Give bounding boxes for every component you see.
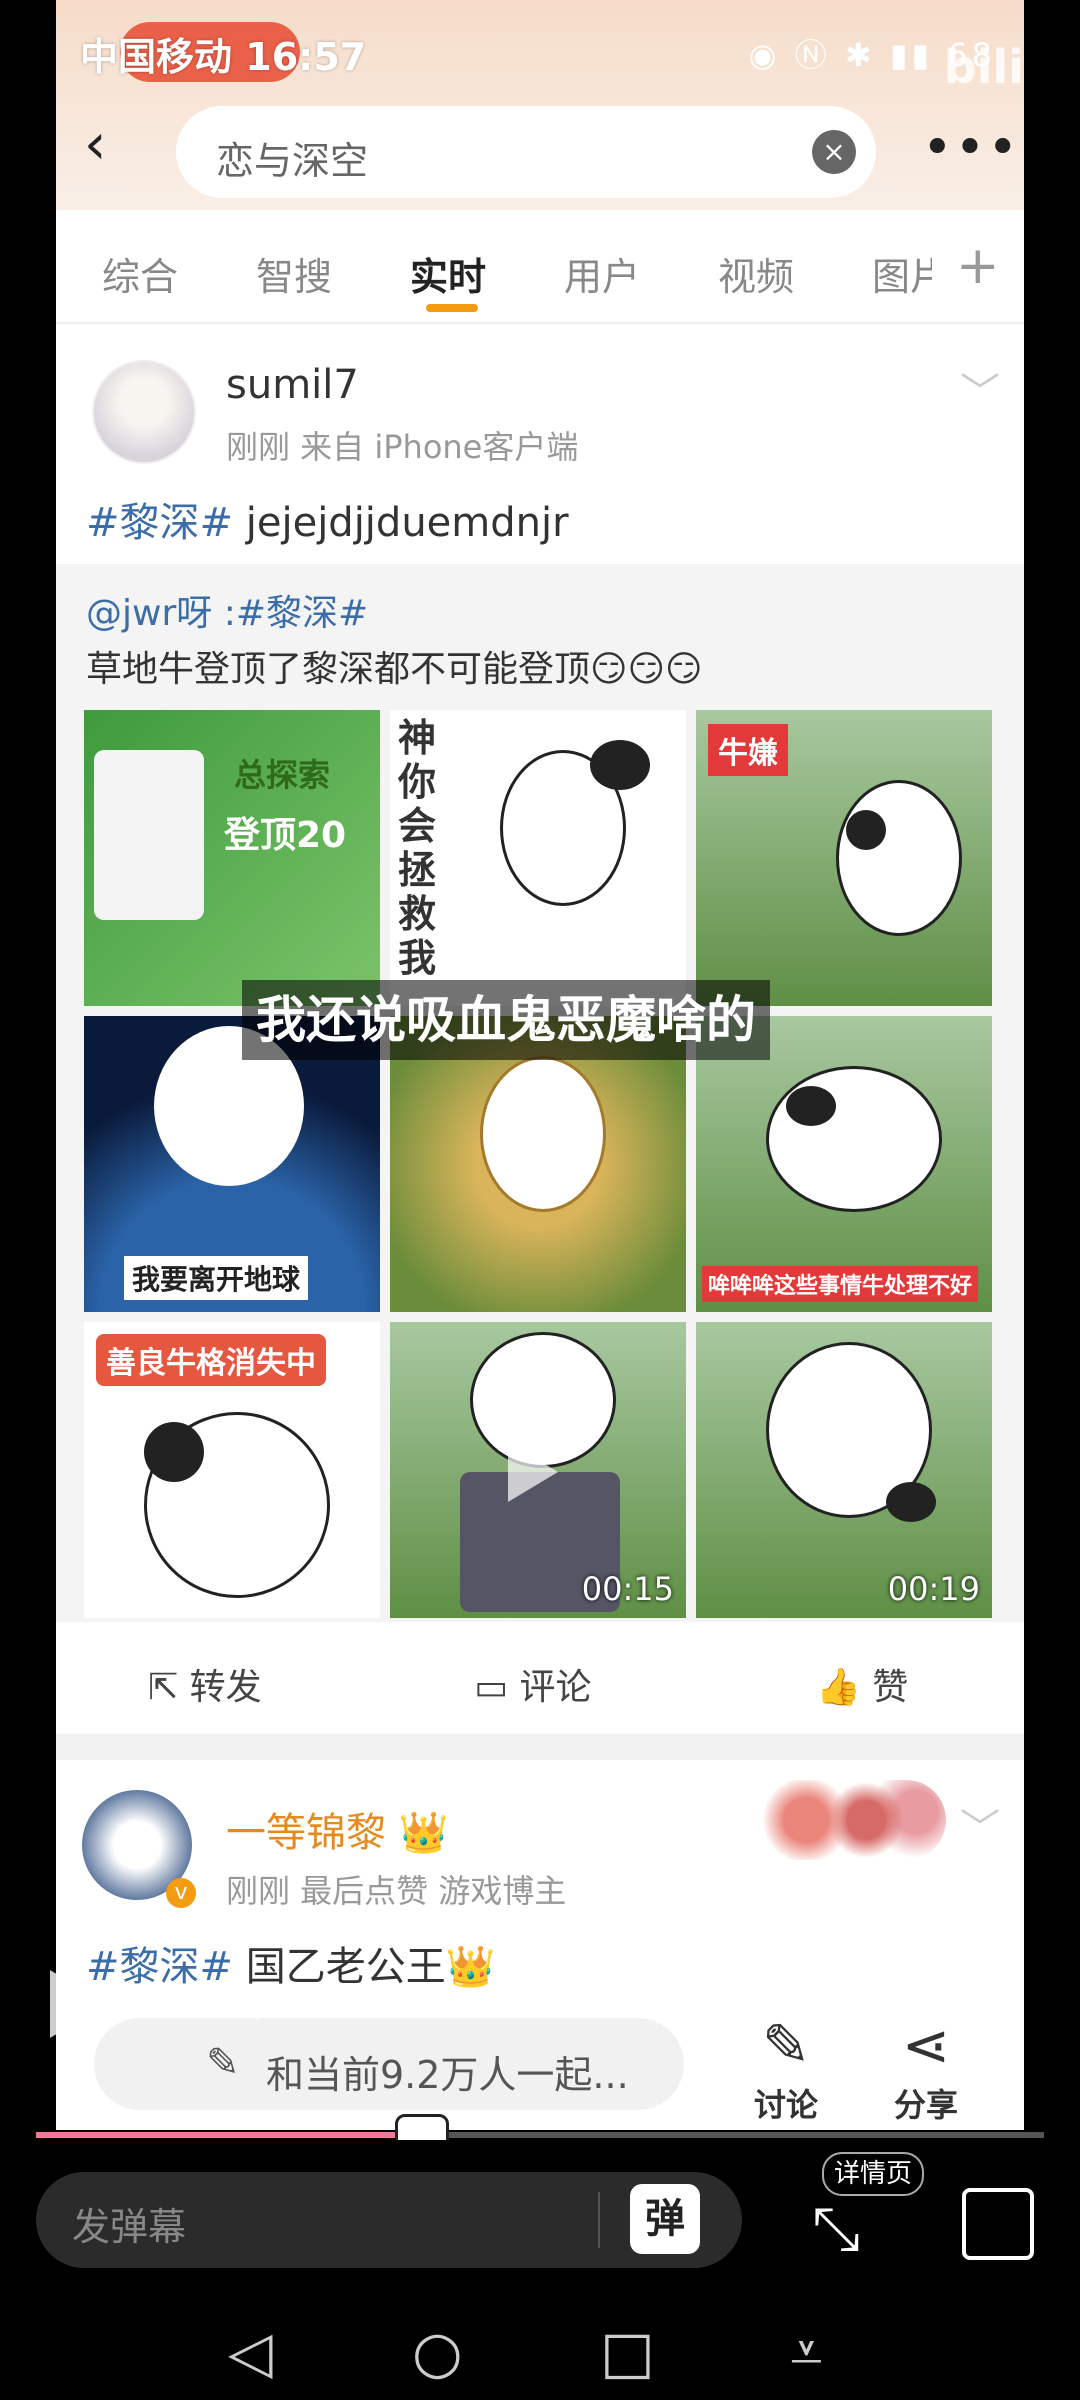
repost-author[interactable]: @jwr呀 :#黎深# — [86, 593, 368, 634]
grid-image-1[interactable]: 总探索 登顶20 — [84, 710, 380, 1006]
grid-image-7[interactable]: 善良牛格消失中 — [84, 1322, 380, 1618]
clear-icon[interactable]: × — [812, 130, 856, 174]
chevron-down-icon[interactable]: ﹀ — [960, 360, 1000, 418]
verified-badge-icon: v — [166, 1878, 196, 1908]
discuss-button[interactable]: ✎ 讨论 — [746, 2010, 826, 2126]
video-frame[interactable]: 中国移动 16:57 ◉ Ⓝ ✱ ▮▮ 68 bili ‹ 恋与深空 × •••… — [56, 0, 1024, 2130]
danmu-placeholder[interactable]: 发弹幕 — [72, 2196, 186, 2251]
more-icon[interactable]: ••• — [922, 118, 1020, 178]
grid-video-2[interactable]: 00:19 — [696, 1322, 992, 1618]
post-text: #黎深# jejejdjjduemdnjr — [86, 500, 569, 546]
video-duration: 00:19 — [887, 1570, 980, 1608]
avatar[interactable] — [92, 360, 196, 464]
status-bar: 中国移动 16:57 ◉ Ⓝ ✱ ▮▮ 68 — [66, 16, 1014, 82]
detail-page-tag[interactable]: 详情页 — [822, 2152, 925, 2196]
carrier-label: 中国移动 16:57 — [80, 35, 367, 79]
video-subtitle: 我还说吸血鬼恶魔啥的 — [242, 980, 770, 1060]
comment-button[interactable]: ▭ 评论 — [474, 1658, 591, 1710]
repost-text: 草地牛登顶了黎深都不可能登顶😏😏😏 — [86, 649, 703, 690]
grid-image-6[interactable]: 哞哞哞这些事情牛处理不好 — [696, 1016, 992, 1312]
bilibili-watermark: bili — [943, 40, 1024, 94]
video-duration: 00:15 — [581, 1570, 674, 1608]
chevron-down-icon[interactable]: ﹀ — [960, 1796, 1000, 1854]
divider — [56, 1734, 1024, 1760]
post-actions: ⇱ 转发 ▭ 评论 👍 赞 — [56, 1624, 1024, 1734]
edit-icon: ✎ — [761, 2011, 811, 2079]
reposted-content[interactable]: @jwr呀 :#黎深# 草地牛登顶了黎深都不可能登顶😏😏😏 总探索 登顶20 神… — [56, 564, 1024, 1622]
post-meta: 刚刚 来自 iPhone客户端 — [226, 428, 579, 466]
progress-fill — [36, 2132, 420, 2138]
add-tab-icon[interactable]: + — [956, 236, 1000, 296]
pencil-icon: ✎ — [206, 2040, 240, 2086]
grid-image-5[interactable] — [390, 1016, 686, 1312]
grid-image-3[interactable]: 牛嫌 — [696, 710, 992, 1006]
search-query[interactable]: 恋与深空 — [216, 130, 368, 185]
flower-decoration — [746, 1780, 946, 1860]
hashtag-link[interactable]: #黎深# — [86, 500, 233, 546]
tab-smart-search[interactable]: 智搜 — [256, 246, 332, 301]
grid-video-1[interactable]: 00:15 — [390, 1322, 686, 1618]
exit-fullscreen-icon[interactable]: ⤡ — [812, 2194, 860, 2264]
post-username[interactable]: 一等锦黎 👑 — [226, 1800, 449, 1858]
discuss-placeholder[interactable]: 和当前9.2万人一起... — [266, 2044, 629, 2099]
danmu-toggle-button[interactable]: 弹 — [630, 2184, 700, 2254]
grid-image-2[interactable]: 神你会拯救我 — [390, 710, 686, 1006]
search-box[interactable]: 恋与深空 × — [176, 106, 876, 198]
system-nav-bar: ◁ ○ □ ⩡ — [0, 2300, 1080, 2400]
tab-videos[interactable]: 视频 — [718, 246, 794, 301]
like-button[interactable]: 👍 赞 — [816, 1658, 908, 1710]
share-button[interactable]: ⋖ 分享 — [886, 2010, 966, 2126]
back-arrow-icon[interactable]: ‹ — [84, 117, 134, 173]
nav-recents-icon[interactable]: □ — [600, 2318, 655, 2386]
grid-image-4[interactable]: 我要离开地球 — [84, 1016, 380, 1312]
post-username[interactable]: sumil7 — [226, 362, 359, 408]
post-meta: 刚刚 最后点赞 游戏博主 — [226, 1872, 567, 1910]
player-play-icon[interactable] — [50, 1970, 106, 2038]
tab-users[interactable]: 用户 — [564, 246, 640, 301]
tab-images[interactable]: 图片 — [872, 246, 932, 301]
search-tabs: 综合 智搜 实时 用户 视频 图片 + — [56, 210, 1024, 324]
play-icon — [814, 1442, 864, 1502]
playback-time: 00:44 / 01:54 — [160, 1990, 363, 2025]
rotate-screen-icon[interactable] — [962, 2188, 1034, 2260]
nav-back-icon[interactable]: ◁ — [228, 2318, 273, 2386]
divider — [598, 2192, 600, 2248]
play-icon — [508, 1442, 558, 1502]
hashtag-link[interactable]: #黎深# — [86, 1944, 233, 1990]
post-text: #黎深# 国乙老公王👑 — [86, 1944, 496, 1990]
video-letterbox-left — [0, 0, 56, 2130]
nav-menu-icon[interactable]: ⩡ — [790, 2318, 823, 2387]
tab-realtime[interactable]: 实时 — [410, 246, 486, 301]
image-grid: 总探索 登顶20 神你会拯救我 牛嫌 我要离开地球 哞哞哞这些事情牛处理不好 善… — [84, 710, 992, 1622]
nav-home-icon[interactable]: ○ — [412, 2318, 463, 2386]
video-letterbox-right — [1024, 0, 1080, 2130]
share-icon: ⋖ — [901, 2011, 951, 2079]
tab-general[interactable]: 综合 — [102, 246, 178, 301]
repost-button[interactable]: ⇱ 转发 — [148, 1658, 262, 1710]
active-tab-indicator — [426, 304, 478, 312]
repost-body: @jwr呀 :#黎深# 草地牛登顶了黎深都不可能登顶😏😏😏 — [86, 586, 703, 698]
